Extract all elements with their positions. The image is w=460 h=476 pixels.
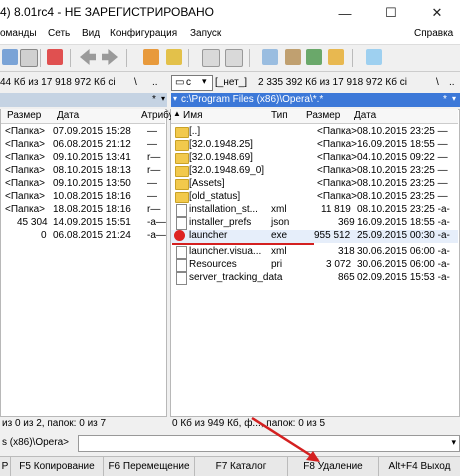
- annotation-arrow-line: [251, 416, 319, 462]
- annotation-arrow: [251, 416, 320, 462]
